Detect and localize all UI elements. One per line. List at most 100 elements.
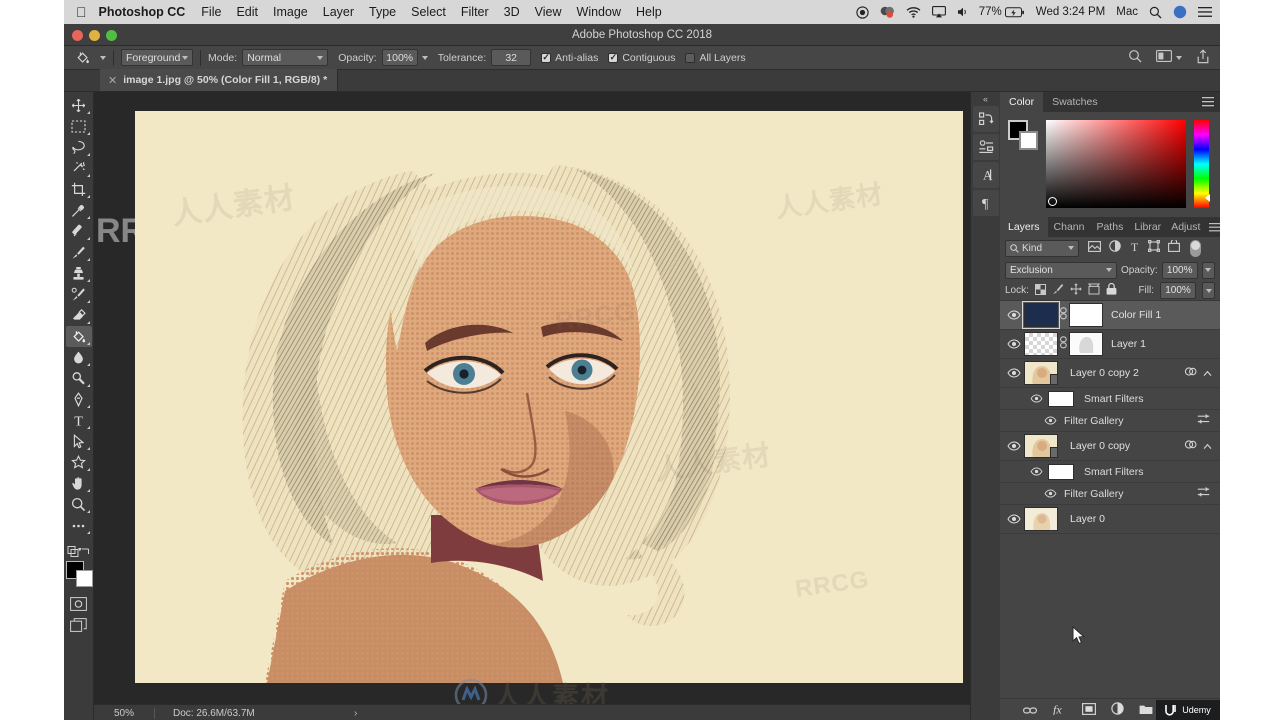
document-tab[interactable]: ✕ image 1.jpg @ 50% (Color Fill 1, RGB/8…: [100, 69, 339, 91]
eye-icon[interactable]: [1004, 310, 1024, 320]
user-name-label[interactable]: Mac: [1116, 6, 1138, 18]
smart-filters-mask-thumbnail[interactable]: [1048, 390, 1074, 407]
tab-libraries[interactable]: Librar: [1129, 217, 1167, 237]
battery-status[interactable]: 77%: [979, 6, 1025, 18]
eyedropper-tool[interactable]: [66, 200, 92, 221]
active-app-name[interactable]: Photoshop CC: [99, 5, 186, 19]
filter-options-icon[interactable]: [1197, 414, 1220, 427]
properties-panel-icon[interactable]: [972, 134, 999, 160]
volume-icon[interactable]: [957, 6, 968, 18]
hand-tool[interactable]: [66, 473, 92, 494]
brush-tool[interactable]: [66, 242, 92, 263]
layer-mask-thumbnail[interactable]: [1069, 332, 1103, 356]
list-item[interactable]: Filter Gallery: [1000, 483, 1220, 505]
smart-filter-icon[interactable]: [1184, 364, 1197, 382]
maximize-window-button[interactable]: [106, 30, 117, 41]
all-layers-checkbox-box[interactable]: [685, 52, 696, 63]
menu-file[interactable]: File: [201, 5, 221, 19]
doc-size-info[interactable]: Doc: 26.6M/63.7M: [154, 708, 354, 719]
control-center-icon[interactable]: [1198, 6, 1212, 18]
eye-icon[interactable]: [1030, 467, 1048, 476]
type-tool[interactable]: T: [66, 410, 92, 431]
close-window-button[interactable]: [72, 30, 83, 41]
search-icon[interactable]: [1128, 49, 1142, 66]
crop-tool[interactable]: [66, 179, 92, 200]
table-row[interactable]: Layer 0: [1000, 505, 1220, 534]
filter-toggle-icon[interactable]: [1190, 239, 1201, 257]
airplay-icon[interactable]: [931, 6, 946, 18]
background-color-swatch[interactable]: [75, 570, 93, 587]
layer-blend-mode-select[interactable]: Exclusion: [1005, 261, 1117, 279]
magic-wand-tool[interactable]: [66, 158, 92, 179]
lock-transparent-icon[interactable]: [1034, 283, 1046, 298]
filter-options-icon[interactable]: [1197, 487, 1220, 500]
blur-tool[interactable]: [66, 347, 92, 368]
contiguous-checkbox-box[interactable]: [608, 52, 619, 63]
pixel-layer-icon[interactable]: [1088, 239, 1101, 257]
document-canvas[interactable]: 人人素材 RRCG 人人素材 人人素材 RRCG: [135, 111, 963, 683]
layer-thumbnail[interactable]: [1024, 434, 1058, 458]
menu-view[interactable]: View: [535, 5, 562, 19]
panel-menu-icon[interactable]: [1196, 92, 1220, 112]
lasso-tool[interactable]: [66, 137, 92, 158]
menu-window[interactable]: Window: [577, 5, 621, 19]
menu-image[interactable]: Image: [273, 5, 308, 19]
table-row[interactable]: Layer 1: [1000, 330, 1220, 359]
table-row[interactable]: Layer 0 copy 2: [1000, 359, 1220, 388]
siri-icon[interactable]: [1173, 5, 1187, 19]
color-swatches[interactable]: [65, 561, 93, 587]
menu-3d[interactable]: 3D: [504, 5, 520, 19]
link-icon[interactable]: [1058, 336, 1069, 352]
eye-icon[interactable]: [1044, 416, 1064, 425]
screen-mode-icon[interactable]: [66, 614, 92, 635]
menu-filter[interactable]: Filter: [461, 5, 489, 19]
menu-edit[interactable]: Edit: [236, 5, 258, 19]
custom-shape-tool[interactable]: [66, 452, 92, 473]
eraser-tool[interactable]: [66, 305, 92, 326]
smart-filter-icon[interactable]: [1184, 437, 1197, 455]
tab-layers[interactable]: Layers: [1000, 217, 1048, 237]
background-color-swatch[interactable]: [1019, 131, 1038, 150]
menu-type[interactable]: Type: [369, 5, 396, 19]
paint-bucket-tool[interactable]: [65, 326, 92, 347]
opacity-input[interactable]: 100%: [381, 49, 418, 66]
smart-filters-mask-thumbnail[interactable]: [1048, 463, 1074, 480]
rect-marquee-tool[interactable]: [66, 116, 92, 137]
lock-image-icon[interactable]: [1052, 283, 1064, 298]
add-mask-icon[interactable]: [1082, 702, 1097, 720]
layer-opacity-input[interactable]: 100%: [1161, 261, 1198, 279]
edit-toolbar-button[interactable]: [66, 515, 92, 536]
blend-mode-select[interactable]: Normal: [242, 49, 329, 66]
move-tool[interactable]: [66, 95, 92, 116]
anti-alias-checkbox[interactable]: Anti-alias: [541, 52, 598, 64]
tab-adjustments[interactable]: Adjust: [1166, 217, 1206, 237]
fill-source-select[interactable]: Foreground: [121, 49, 193, 66]
history-brush-tool[interactable]: [66, 284, 92, 305]
workspace-icon[interactable]: [1156, 50, 1172, 65]
list-item[interactable]: Smart Filters: [1000, 461, 1220, 483]
spotlight-search-icon[interactable]: [1149, 6, 1162, 19]
menu-layer[interactable]: Layer: [323, 5, 354, 19]
clock-label[interactable]: Wed 3:24 PM: [1036, 6, 1105, 18]
link-icon[interactable]: [1058, 307, 1069, 323]
paragraph-panel-icon[interactable]: ¶: [972, 190, 999, 216]
contiguous-checkbox[interactable]: Contiguous: [608, 52, 675, 64]
layer-list[interactable]: Color Fill 1 Layer 1 Layer 0 copy 2 Smar…: [1000, 301, 1220, 698]
layer-mask-thumbnail[interactable]: [1069, 303, 1103, 327]
preset-picker-chevron-icon[interactable]: [100, 55, 106, 60]
wifi-icon[interactable]: [906, 6, 921, 18]
eye-icon[interactable]: [1004, 441, 1024, 451]
pen-tool[interactable]: [66, 389, 92, 410]
collapse-chevrons-icon[interactable]: «: [983, 92, 988, 106]
panel-menu-icon[interactable]: [1205, 217, 1224, 237]
layer-thumbnail[interactable]: [1024, 332, 1058, 356]
table-row[interactable]: Color Fill 1: [1000, 301, 1220, 330]
opacity-chevron-icon[interactable]: [421, 55, 428, 60]
menu-help[interactable]: Help: [636, 5, 662, 19]
minimize-window-button[interactable]: [89, 30, 100, 41]
clone-stamp-tool[interactable]: [66, 263, 92, 284]
layer-thumbnail[interactable]: [1024, 507, 1058, 531]
eye-icon[interactable]: [1004, 514, 1024, 524]
layer-filter-kind-select[interactable]: Kind: [1005, 239, 1079, 257]
chevron-up-icon[interactable]: [1203, 437, 1212, 455]
